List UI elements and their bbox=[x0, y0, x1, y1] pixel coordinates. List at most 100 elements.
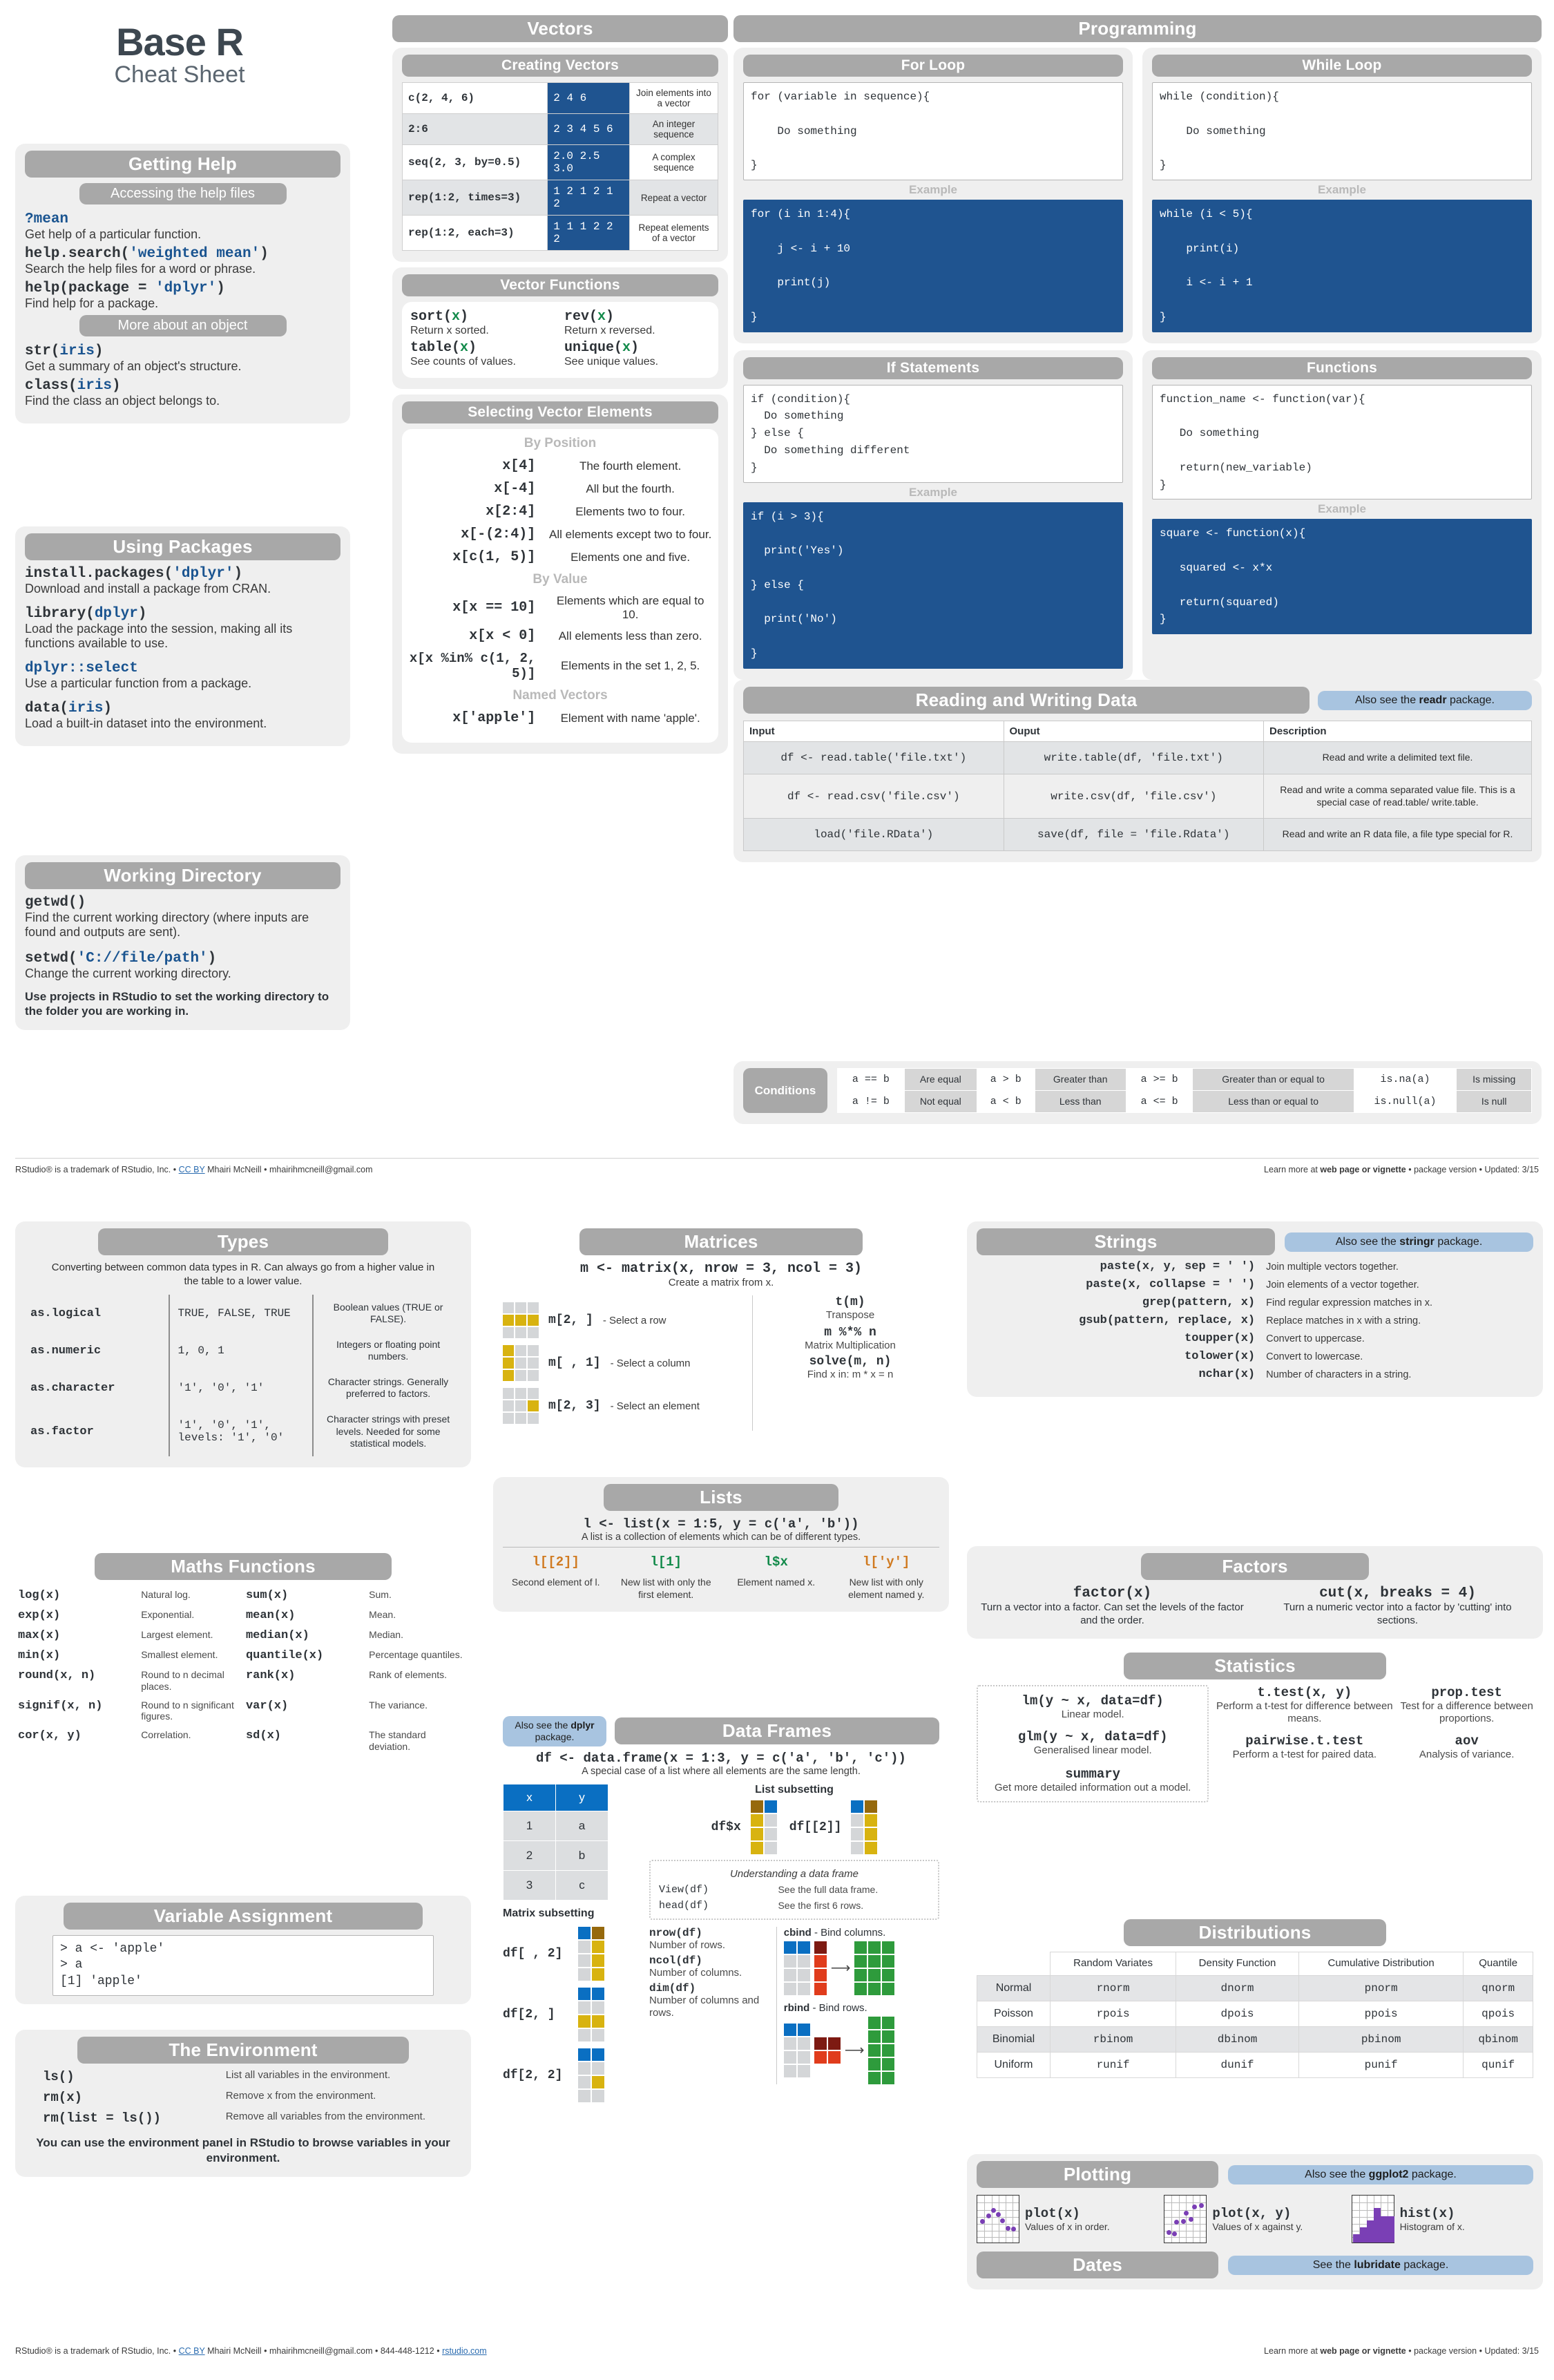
if-statements-example: if (i > 3){ print('Yes') } else { print(… bbox=[743, 502, 1123, 669]
string-fn: toupper(x) bbox=[1184, 1332, 1256, 1345]
matmul-desc: Matrix Multiplication bbox=[805, 1340, 896, 1351]
code-token: 'weighted mean' bbox=[129, 246, 260, 262]
while-loop-example-label: Example bbox=[1318, 182, 1366, 196]
footer-site-link[interactable]: rstudio.com bbox=[442, 2346, 487, 2356]
code-token: library( bbox=[25, 606, 95, 622]
dist-name: Normal bbox=[977, 1974, 1051, 2001]
table-row: seq(2, 3, by=0.5) 2.0 2.5 3.0 A complex … bbox=[401, 144, 718, 180]
matrix-text: - Select a row bbox=[602, 1314, 666, 1326]
column-header-description: Description bbox=[1263, 721, 1532, 742]
table-row: as.numeric 1, 0, 1 Integers or floating … bbox=[25, 1332, 461, 1370]
string-row: nchar(x) Number of characters in a string… bbox=[977, 1368, 1533, 1381]
cheatsheet-page: Base R Cheat Sheet Getting Help Accessin… bbox=[0, 0, 1554, 2380]
maths-desc: Sum. bbox=[369, 1589, 392, 1600]
footer-learn: Learn more at bbox=[1264, 2346, 1318, 2356]
type-name: as.numeric bbox=[30, 1344, 102, 1358]
condition-text: Are equal bbox=[903, 1068, 977, 1091]
matrix-row: m[ , 1] - Select a column bbox=[503, 1345, 744, 1381]
package-entry-desc: Download and install a package from CRAN… bbox=[25, 582, 271, 596]
arrow-right-icon: ⟶ bbox=[830, 1961, 851, 1977]
maths-desc: Median. bbox=[369, 1629, 403, 1640]
footer-email[interactable]: mhairihmcneill@gmail.com bbox=[269, 1165, 373, 1174]
package-entry: library(dplyr) Load the package into the… bbox=[25, 606, 340, 651]
env-desc: Remove x from the environment. bbox=[225, 2090, 376, 2102]
table-row: rep(1:2, each=3) 1 1 1 2 2 2 Repeat elem… bbox=[401, 215, 718, 251]
statistics-models-box: lm(y ~ x, data=df) Linear model. glm(y ~… bbox=[977, 1685, 1209, 1802]
dist-cell: pnorm bbox=[1298, 1974, 1464, 2001]
column-header-output: Ouput bbox=[1003, 721, 1265, 742]
footer-sep: • bbox=[1408, 2346, 1412, 2356]
type-desc: Integers or floating point numbers. bbox=[336, 1339, 441, 1362]
creating-vectors-table: c(2, 4, 6) 2 4 6 Join elements into a ve… bbox=[401, 82, 718, 251]
table-row: log(x) Natural log. sum(x) Sum. bbox=[15, 1586, 471, 1606]
rbind-name: rbind bbox=[783, 2001, 810, 2014]
section-distributions: Distributions Random Variates Density Fu… bbox=[967, 1912, 1543, 2088]
footer-cc-link[interactable]: CC BY bbox=[179, 1165, 205, 1174]
functions-template: function_name <- function(var){ Do somet… bbox=[1152, 384, 1532, 500]
ncol-code: ncol(df) bbox=[649, 1954, 702, 1967]
cbind-desc: - Bind columns. bbox=[814, 1926, 886, 1939]
code-token: 'dplyr' bbox=[173, 566, 234, 582]
histogram-icon bbox=[1351, 2195, 1394, 2243]
vector-fn-desc: Return x reversed. bbox=[564, 325, 655, 336]
vector-code: rep(1:2, times=3) bbox=[401, 180, 548, 216]
using-packages-header: Using Packages bbox=[25, 533, 340, 560]
code-token: install.packages( bbox=[25, 566, 173, 582]
code-token: ) bbox=[207, 951, 217, 967]
environment-note: You can use the environment panel in RSt… bbox=[36, 2136, 450, 2165]
maths-fn: cor(x, y) bbox=[18, 1729, 81, 1743]
footer-version: package version bbox=[1414, 1165, 1477, 1174]
footer-phone: 844-448-1212 bbox=[380, 2346, 434, 2356]
functions-example-label: Example bbox=[1318, 502, 1366, 516]
stringr-package-note: Also see the stringr package. bbox=[1285, 1232, 1533, 1252]
table-row: a == b Are equal a > b Greater than a >=… bbox=[837, 1068, 1532, 1091]
group-named-vectors-label: Named Vectors bbox=[512, 688, 608, 703]
section-types: Types Converting between common data typ… bbox=[15, 1221, 471, 1467]
vector-output: 1 1 1 2 2 2 bbox=[547, 215, 631, 251]
proptest-code: prop.test bbox=[1431, 1685, 1502, 1700]
condition-op: a >= b bbox=[1125, 1068, 1193, 1091]
rbind-result-icon bbox=[868, 2016, 895, 2084]
vectors-header: Vectors bbox=[392, 15, 728, 42]
condition-text: Greater than or equal to bbox=[1192, 1068, 1354, 1091]
select-desc: Elements in the set 1, 2, 5. bbox=[561, 659, 700, 673]
section-strings: Strings Also see the stringr package. pa… bbox=[967, 1221, 1543, 1397]
footer-sep: • bbox=[1479, 1165, 1482, 1174]
df-subset-code: df$x bbox=[711, 1820, 741, 1834]
footer-left-top: RStudio® is a trademark of RStudio, Inc.… bbox=[15, 1165, 372, 1174]
footer-learn-link[interactable]: web page or vignette bbox=[1320, 2346, 1406, 2356]
string-fn: paste(x, y, sep = ' ') bbox=[1100, 1260, 1256, 1273]
maths-fn: mean(x) bbox=[245, 1609, 296, 1622]
maths-desc: The standard deviation. bbox=[369, 1729, 426, 1752]
dist-cell: dpois bbox=[1176, 2000, 1299, 2027]
df-create-desc: A special case of a list where all eleme… bbox=[582, 1765, 861, 1777]
condition-text: Less than bbox=[1034, 1090, 1126, 1113]
arrow-right-icon: ⟶ bbox=[844, 2043, 865, 2059]
select-desc: The fourth element. bbox=[579, 459, 682, 473]
footer-cc-link[interactable]: CC BY bbox=[179, 2346, 205, 2356]
type-value: 1, 0, 1 bbox=[168, 1332, 314, 1370]
plotting-examples: plot(x) Values of x in order. plot(x, y) V… bbox=[977, 2195, 1533, 2243]
df-cell22-icon bbox=[578, 2048, 604, 2102]
footer-email[interactable]: mhairihmcneill@gmail.com bbox=[269, 2346, 373, 2356]
condition-op: is.na(a) bbox=[1353, 1068, 1457, 1091]
vector-fn: sort(x) bbox=[410, 309, 469, 325]
type-name: as.logical bbox=[30, 1306, 102, 1320]
select-code: x[-(2:4)] bbox=[461, 526, 536, 542]
factor-code: factor(x) bbox=[1073, 1586, 1152, 1601]
table-row: rep(1:2, times=3) 1 2 1 2 1 2 Repeat a v… bbox=[401, 180, 718, 216]
dist-cell: qunif bbox=[1463, 2051, 1533, 2078]
section-conditions: Conditions a == b Are equal a > b Greate… bbox=[733, 1061, 1542, 1124]
select-desc: Elements two to four. bbox=[575, 504, 686, 518]
conditions-label: Conditions bbox=[743, 1068, 827, 1113]
code-token: dplyr bbox=[94, 606, 138, 622]
footer-learn-link[interactable]: web page or vignette bbox=[1320, 1165, 1406, 1174]
footer-updated: Updated: 3/15 bbox=[1484, 2346, 1539, 2356]
table-header-row: Input Ouput Description bbox=[743, 721, 1532, 742]
code-token: help.search( bbox=[25, 246, 130, 262]
cut-code: cut(x, breaks = 4) bbox=[1319, 1586, 1476, 1601]
dist-cell: punif bbox=[1298, 2051, 1464, 2078]
hist-example: hist(x) Histogram of x. bbox=[1351, 2195, 1533, 2243]
lm-desc: Linear model. bbox=[1061, 1708, 1124, 1720]
type-name: as.factor bbox=[30, 1425, 94, 1438]
